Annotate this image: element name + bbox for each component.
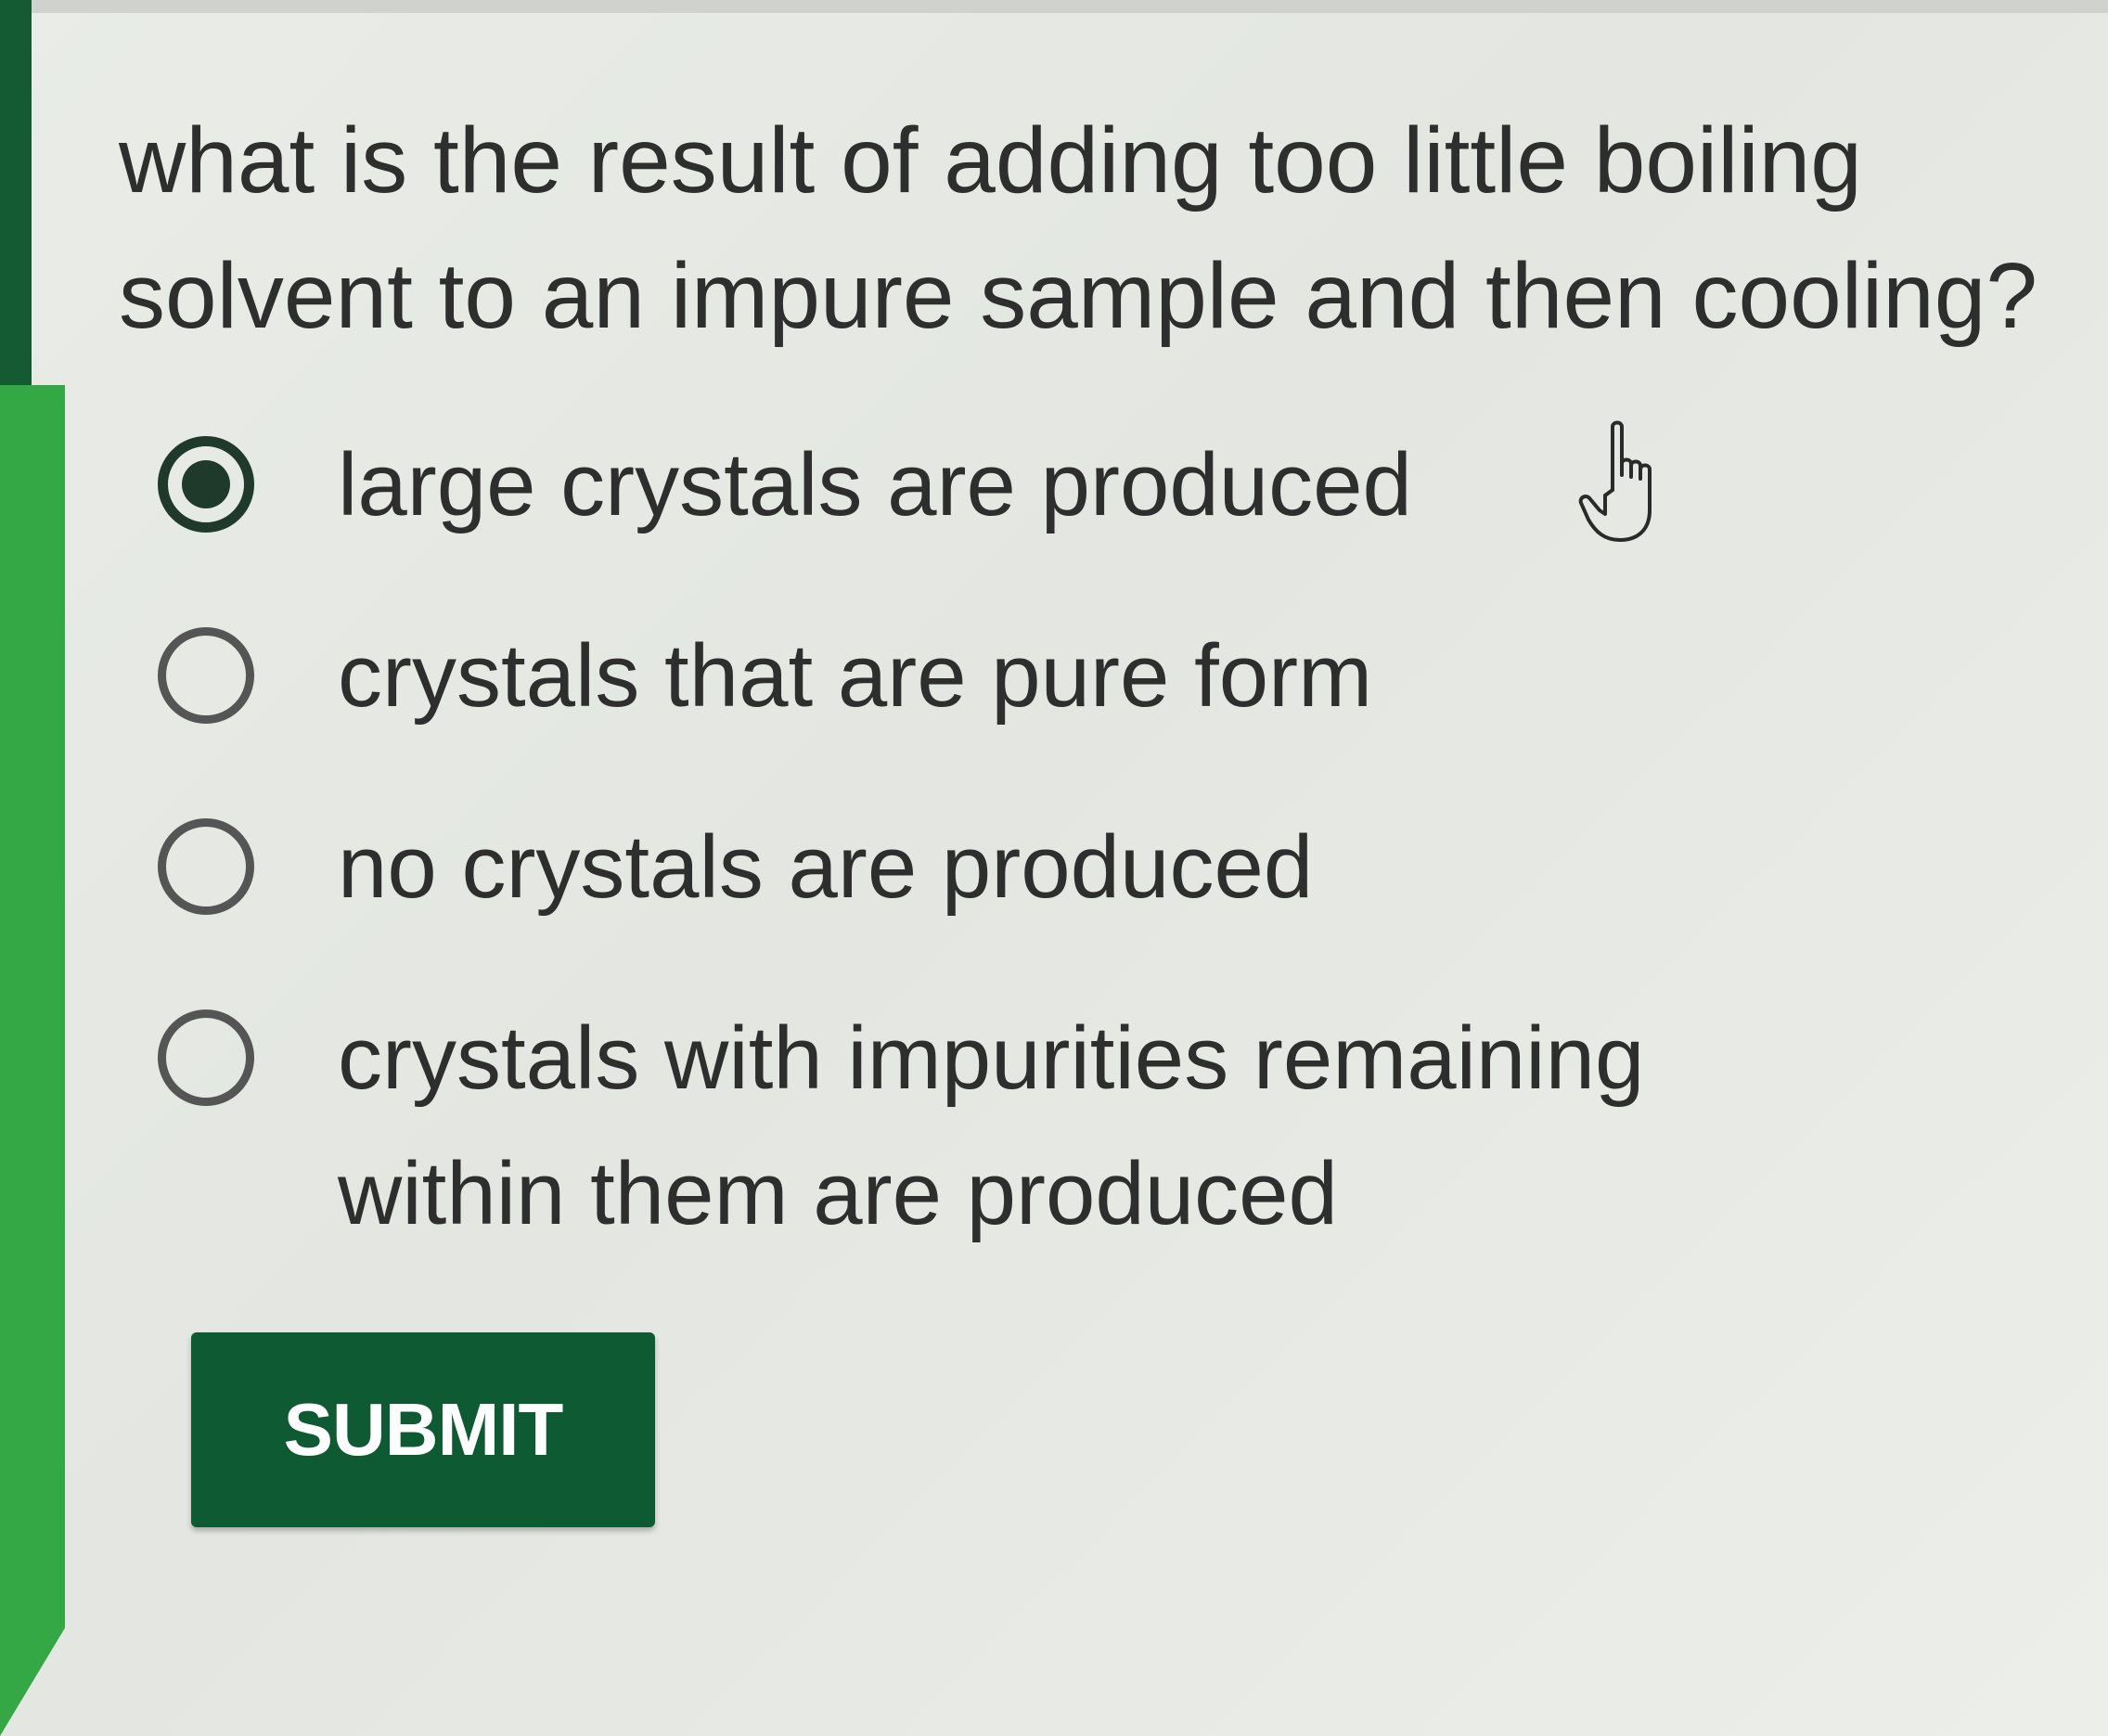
submit-button[interactable]: SUBMIT	[191, 1332, 655, 1527]
hand-pointer-icon	[1578, 420, 1652, 542]
radio-option-2[interactable]	[158, 627, 254, 724]
sidebar-accent-green	[0, 385, 65, 1736]
option-3[interactable]: no crystals are produced	[158, 800, 1921, 935]
quiz-page: what is the result of adding too little …	[0, 0, 2108, 1736]
option-4-label: crystals with impurities remaining withi…	[338, 1009, 1645, 1243]
option-2[interactable]: crystals that are pure form	[158, 609, 1921, 744]
radio-option-3[interactable]	[158, 818, 254, 915]
radio-option-4[interactable]	[158, 1009, 254, 1106]
option-3-label: no crystals are produced	[338, 817, 1314, 917]
radio-option-1[interactable]	[158, 436, 254, 533]
option-4[interactable]: crystals with impurities remaining withi…	[158, 991, 1921, 1262]
top-edge	[0, 0, 2108, 13]
sidebar-accent-dark	[0, 0, 32, 385]
option-2-label: crystals that are pure form	[338, 626, 1373, 726]
question-text: what is the result of adding too little …	[119, 109, 2037, 348]
